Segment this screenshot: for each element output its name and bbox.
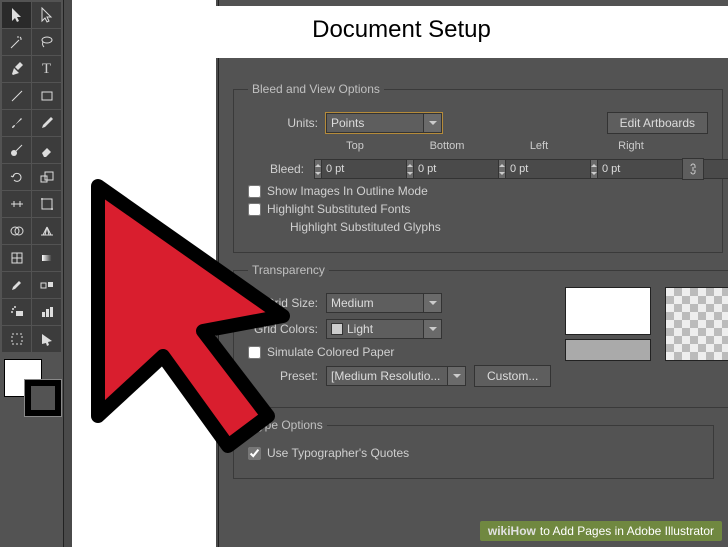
grid-size-label: Grid Size: <box>248 296 318 310</box>
free-transform-tool[interactable] <box>32 191 61 217</box>
lasso-tool[interactable] <box>32 29 61 55</box>
document-setup-panel: Document Setup Bleed and View Options Un… <box>218 0 728 547</box>
eyedropper-tool[interactable] <box>2 272 31 298</box>
column-graph-tool[interactable] <box>32 299 61 325</box>
units-value: Points <box>331 116 364 130</box>
artboard-canvas <box>72 0 216 547</box>
fill-stroke-swatches[interactable] <box>2 357 62 417</box>
watermark-text: to Add Pages in Adobe Illustrator <box>540 524 714 538</box>
grid-size-dropdown[interactable]: Medium <box>326 293 442 313</box>
rotate-tool[interactable] <box>2 164 31 190</box>
bleed-legend: Bleed and View Options <box>248 82 384 96</box>
units-label: Units: <box>248 116 318 130</box>
magic-wand-tool[interactable] <box>2 29 31 55</box>
watermark-brand: wikiHow <box>488 524 536 538</box>
rectangle-tool[interactable] <box>32 83 61 109</box>
line-tool[interactable] <box>2 83 31 109</box>
pen-tool[interactable] <box>2 56 31 82</box>
perspective-grid-tool[interactable] <box>32 218 61 244</box>
symbol-sprayer-tool[interactable] <box>2 299 31 325</box>
watermark: wikiHow to Add Pages in Adobe Illustrato… <box>480 521 722 541</box>
mesh-tool[interactable] <box>2 245 31 271</box>
chevron-down-icon <box>447 367 465 385</box>
shape-builder-tool[interactable] <box>2 218 31 244</box>
toolbox: T <box>0 0 64 547</box>
bleed-view-section: Bleed and View Options Units: Points Edi… <box>233 82 723 253</box>
simulate-paper-checkbox[interactable]: Simulate Colored Paper <box>248 345 551 359</box>
scale-tool[interactable] <box>32 164 61 190</box>
preset-dropdown[interactable]: [Medium Resolutio... <box>326 366 466 386</box>
slice-tool[interactable] <box>32 326 61 352</box>
bleed-label: Bleed: <box>248 162 304 176</box>
grid-color-white-swatch[interactable] <box>565 287 651 335</box>
bleed-bottom-header: Bottom <box>406 140 488 152</box>
custom-button[interactable]: Custom... <box>474 365 551 387</box>
direct-selection-tool[interactable] <box>32 2 61 28</box>
bleed-top-header: Top <box>314 140 396 152</box>
units-dropdown[interactable]: Points <box>326 113 442 133</box>
bleed-left-header: Left <box>498 140 580 152</box>
type-legend: Type Options <box>248 418 327 432</box>
type-tool[interactable]: T <box>32 56 61 82</box>
bleed-right-input[interactable] <box>590 159 668 179</box>
chevron-down-icon <box>423 320 441 338</box>
width-tool[interactable] <box>2 191 31 217</box>
highlight-glyphs-checkbox[interactable]: Highlight Substituted Glyphs <box>290 220 708 234</box>
show-images-outline-checkbox[interactable]: Show Images In Outline Mode <box>248 184 708 198</box>
bleed-bottom-input[interactable] <box>406 159 484 179</box>
blend-tool[interactable] <box>32 272 61 298</box>
stroke-swatch[interactable] <box>24 379 62 417</box>
grid-color-gray-swatch[interactable] <box>565 339 651 361</box>
bleed-left-input[interactable] <box>498 159 576 179</box>
typographer-quotes-checkbox[interactable]: Use Typographer's Quotes <box>248 446 699 460</box>
chevron-down-icon <box>423 114 441 132</box>
transparency-legend: Transparency <box>248 263 329 277</box>
preset-label: Preset: <box>248 369 318 383</box>
grid-colors-dropdown[interactable]: Light <box>326 319 442 339</box>
link-bleed-button[interactable] <box>682 158 704 180</box>
grid-colors-label: Grid Colors: <box>248 322 318 336</box>
transparency-section: Transparency Grid Size: Medium Grid Colo… <box>233 263 728 408</box>
paintbrush-tool[interactable] <box>2 110 31 136</box>
eraser-tool[interactable] <box>32 137 61 163</box>
artboard-tool[interactable] <box>2 326 31 352</box>
type-options-section: Type Options Use Typographer's Quotes <box>233 418 714 479</box>
gradient-tool[interactable] <box>32 245 61 271</box>
selection-tool[interactable] <box>2 2 31 28</box>
edit-artboards-button[interactable]: Edit Artboards <box>607 112 708 134</box>
bleed-right-header: Right <box>590 140 672 152</box>
chevron-down-icon <box>423 294 441 312</box>
transparency-preview <box>665 287 728 361</box>
pencil-tool[interactable] <box>32 110 61 136</box>
bleed-top-input[interactable] <box>314 159 392 179</box>
blob-brush-tool[interactable] <box>2 137 31 163</box>
highlight-fonts-checkbox[interactable]: Highlight Substituted Fonts <box>248 202 708 216</box>
